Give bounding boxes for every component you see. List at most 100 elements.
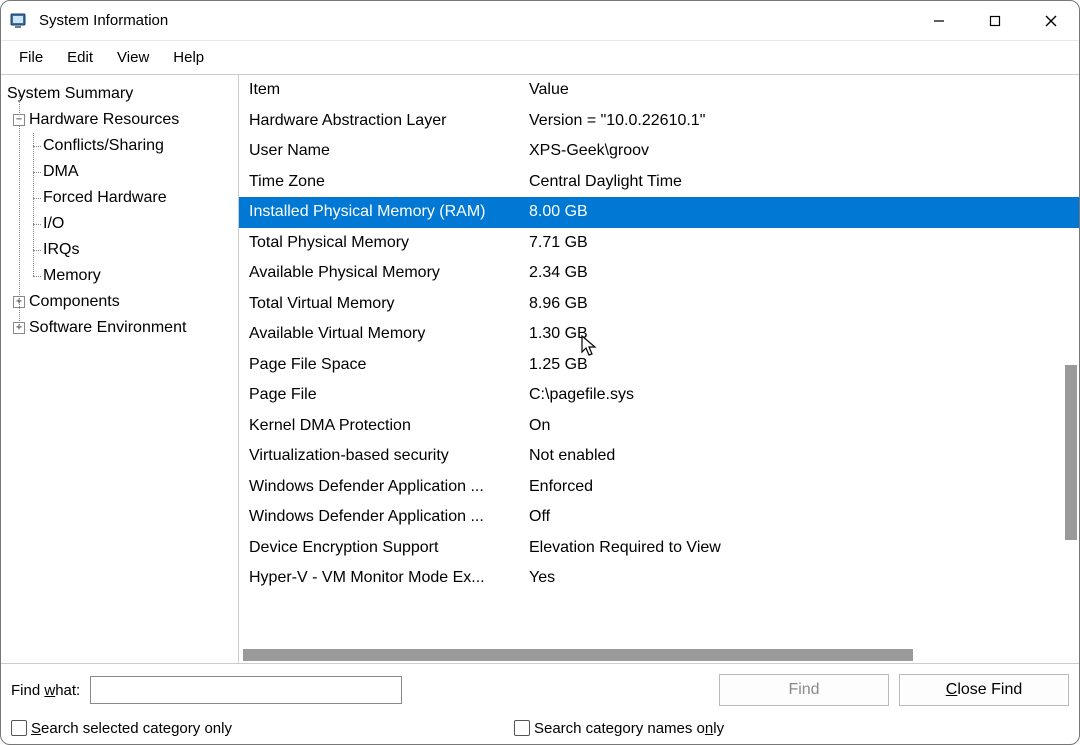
list-row[interactable]: Time ZoneCentral Daylight Time bbox=[239, 167, 1079, 198]
cell-value: Version = "10.0.22610.1" bbox=[529, 112, 1079, 130]
list-row[interactable]: Virtualization-based securityNot enabled bbox=[239, 441, 1079, 472]
search-category-names-only[interactable]: Search category names only bbox=[514, 720, 724, 737]
system-information-window: System Information File Edit View Help S… bbox=[0, 0, 1080, 745]
column-value[interactable]: Value bbox=[529, 81, 1079, 99]
cell-value: Yes bbox=[529, 569, 1079, 587]
menu-edit[interactable]: Edit bbox=[57, 45, 103, 70]
tree-label: Components bbox=[29, 289, 120, 315]
details-list[interactable]: Item Value Hardware Abstraction LayerVer… bbox=[239, 75, 1079, 647]
minimize-button[interactable] bbox=[911, 1, 967, 40]
cell-item: Windows Defender Application ... bbox=[239, 478, 529, 496]
menubar: File Edit View Help bbox=[1, 41, 1079, 75]
checkbox-icon[interactable] bbox=[11, 720, 27, 736]
cell-value: 1.30 GB bbox=[529, 325, 1079, 343]
list-row[interactable]: Windows Defender Application ...Off bbox=[239, 502, 1079, 533]
tree-system-summary[interactable]: System Summary bbox=[5, 81, 234, 107]
list-row[interactable]: Kernel DMA ProtectionOn bbox=[239, 411, 1079, 442]
tree-hardware-resources[interactable]: − Hardware Resources bbox=[5, 107, 234, 133]
maximize-button[interactable] bbox=[967, 1, 1023, 40]
find-what-label: Find what: bbox=[11, 682, 80, 699]
cell-item: Virtualization-based security bbox=[239, 447, 529, 465]
menu-view[interactable]: View bbox=[107, 45, 159, 70]
main-area: System Summary − Hardware Resources Conf… bbox=[1, 75, 1079, 664]
menu-file[interactable]: File bbox=[9, 45, 53, 70]
cell-value: On bbox=[529, 417, 1079, 435]
search-selected-category-only[interactable]: Search selected category only bbox=[11, 720, 232, 737]
column-headers[interactable]: Item Value bbox=[239, 75, 1079, 106]
tree-dma[interactable]: DMA bbox=[5, 159, 234, 185]
find-bar: Find what: Find Close Find bbox=[1, 664, 1079, 716]
tree-forced-hardware[interactable]: Forced Hardware bbox=[5, 185, 234, 211]
cell-item: Kernel DMA Protection bbox=[239, 417, 529, 435]
list-row[interactable]: Hardware Abstraction LayerVersion = "10.… bbox=[239, 106, 1079, 137]
tree-panel: System Summary − Hardware Resources Conf… bbox=[1, 75, 239, 663]
list-row[interactable]: Hyper-V - VM Monitor Mode Ex...Yes bbox=[239, 563, 1079, 594]
list-row[interactable]: Page File Space1.25 GB bbox=[239, 350, 1079, 381]
cell-item: Hyper-V - VM Monitor Mode Ex... bbox=[239, 569, 529, 587]
cell-value: Central Daylight Time bbox=[529, 173, 1079, 191]
list-row[interactable]: Device Encryption SupportElevation Requi… bbox=[239, 533, 1079, 564]
window-controls bbox=[911, 1, 1079, 40]
list-row[interactable]: Page FileC:\pagefile.sys bbox=[239, 380, 1079, 411]
list-row[interactable]: Available Virtual Memory1.30 GB bbox=[239, 319, 1079, 350]
tree-software-environment[interactable]: + Software Environment bbox=[5, 315, 234, 341]
tree-label: Memory bbox=[43, 263, 101, 289]
find-button[interactable]: Find bbox=[719, 674, 889, 706]
find-options-row: Search selected category only Search cat… bbox=[1, 716, 1079, 744]
titlebar: System Information bbox=[1, 1, 1079, 41]
tree-irqs[interactable]: IRQs bbox=[5, 237, 234, 263]
minimize-icon bbox=[933, 15, 945, 27]
list-row[interactable]: Installed Physical Memory (RAM)8.00 GB bbox=[239, 197, 1079, 228]
tree-conflicts-sharing[interactable]: Conflicts/Sharing bbox=[5, 133, 234, 159]
tree-label: I/O bbox=[43, 211, 64, 237]
tree-label: System Summary bbox=[7, 81, 133, 107]
cell-item: Time Zone bbox=[239, 173, 529, 191]
maximize-icon bbox=[989, 15, 1001, 27]
collapse-icon[interactable]: − bbox=[13, 114, 25, 126]
cell-item: Windows Defender Application ... bbox=[239, 508, 529, 526]
checkbox-icon[interactable] bbox=[514, 720, 530, 736]
cell-item: Hardware Abstraction Layer bbox=[239, 112, 529, 130]
list-row[interactable]: Total Physical Memory7.71 GB bbox=[239, 228, 1079, 259]
list-row[interactable]: User NameXPS-Geek\groov bbox=[239, 136, 1079, 167]
details-panel: Item Value Hardware Abstraction LayerVer… bbox=[239, 75, 1079, 663]
cell-value: 1.25 GB bbox=[529, 356, 1079, 374]
tree-components[interactable]: + Components bbox=[5, 289, 234, 315]
close-button[interactable] bbox=[1023, 1, 1079, 40]
tree-hardware-resources-group: − Hardware Resources Conflicts/Sharing D… bbox=[5, 107, 234, 289]
horizontal-scrollbar[interactable] bbox=[239, 647, 1079, 663]
cell-item: Total Physical Memory bbox=[239, 234, 529, 252]
tree-level1-group: − Hardware Resources Conflicts/Sharing D… bbox=[5, 107, 234, 341]
list-row[interactable]: Total Virtual Memory8.96 GB bbox=[239, 289, 1079, 320]
column-item[interactable]: Item bbox=[239, 81, 529, 99]
expand-icon[interactable]: + bbox=[13, 296, 25, 308]
menu-help[interactable]: Help bbox=[163, 45, 214, 70]
find-what-input[interactable] bbox=[90, 676, 401, 704]
tree-label: DMA bbox=[43, 159, 79, 185]
window-title: System Information bbox=[39, 12, 168, 29]
cell-value: C:\pagefile.sys bbox=[529, 386, 1079, 404]
list-row[interactable]: Windows Defender Application ...Enforced bbox=[239, 472, 1079, 503]
cell-item: Installed Physical Memory (RAM) bbox=[239, 203, 529, 221]
tree-label: IRQs bbox=[43, 237, 79, 263]
tree-label: Software Environment bbox=[29, 315, 186, 341]
cell-value: 8.00 GB bbox=[529, 203, 1079, 221]
cell-item: Total Virtual Memory bbox=[239, 295, 529, 313]
cell-value: Enforced bbox=[529, 478, 1079, 496]
list-row-partial[interactable] bbox=[239, 594, 1079, 614]
list-row[interactable]: Available Physical Memory2.34 GB bbox=[239, 258, 1079, 289]
tree-io[interactable]: I/O bbox=[5, 211, 234, 237]
horizontal-scrollbar-thumb[interactable] bbox=[243, 649, 913, 661]
cell-item: Available Virtual Memory bbox=[239, 325, 529, 343]
expand-icon[interactable]: + bbox=[13, 322, 25, 334]
cell-item: User Name bbox=[239, 142, 529, 160]
tree-label: Forced Hardware bbox=[43, 185, 167, 211]
vertical-scrollbar-thumb[interactable] bbox=[1065, 365, 1077, 540]
tree-memory[interactable]: Memory bbox=[5, 263, 234, 289]
cell-item: Page File Space bbox=[239, 356, 529, 374]
close-find-button[interactable]: Close Find bbox=[899, 674, 1069, 706]
tree-label: Conflicts/Sharing bbox=[43, 133, 164, 159]
close-icon bbox=[1044, 14, 1058, 28]
cell-item bbox=[239, 595, 529, 613]
tree-label: Hardware Resources bbox=[29, 107, 179, 133]
